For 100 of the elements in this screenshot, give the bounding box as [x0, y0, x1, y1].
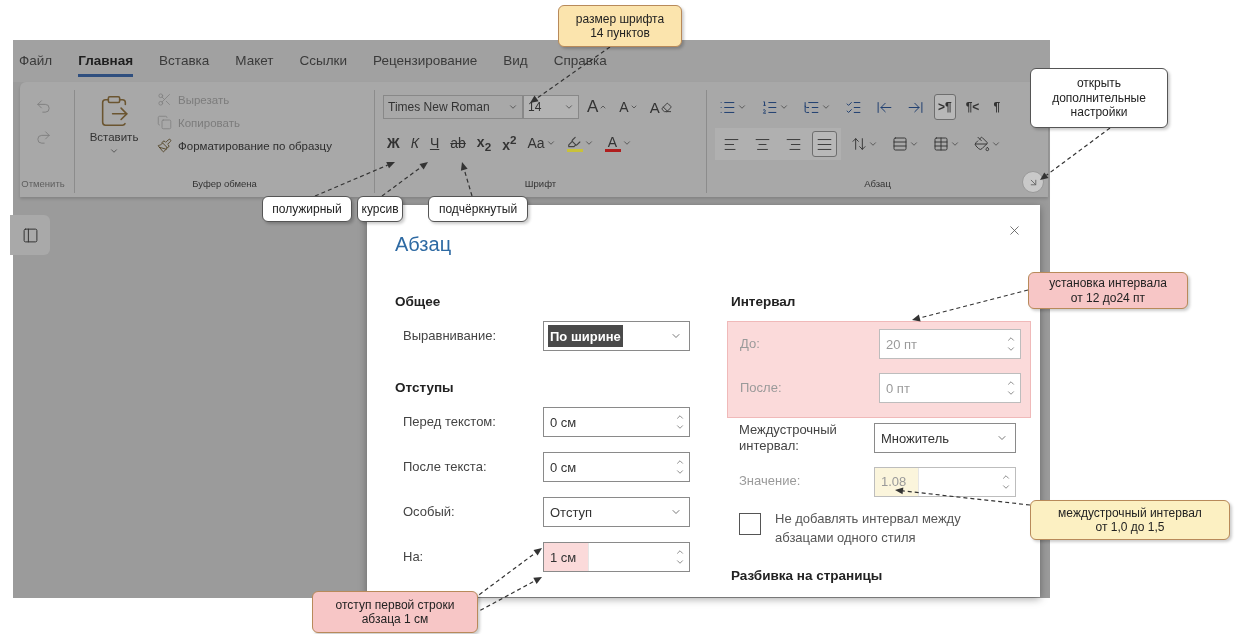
caret-icon [564, 102, 574, 112]
paragraph-mark-button[interactable]: >¶ [934, 94, 956, 120]
dialog-title: Абзац [395, 233, 452, 256]
paragraph-mark-button[interactable]: ¶< [961, 94, 984, 120]
bold-button[interactable]: Ж [383, 130, 404, 156]
checkbox-label: Не добавлять интервал между абзацами одного стиля [775, 509, 962, 547]
numbered-list-icon [761, 98, 778, 116]
caret-icon [737, 102, 747, 112]
callout: размер шрифта 14 пунктов [558, 5, 682, 47]
side-panel-button[interactable] [10, 215, 50, 255]
dropdown-field[interactable]: По ширине [543, 321, 690, 351]
callout: открыть дополнительные настройки [1030, 68, 1168, 128]
spin-field[interactable]: 0 см [543, 407, 690, 437]
menu-tab[interactable]: Главная [78, 45, 134, 77]
field-label: До: [740, 335, 761, 353]
field-value: 20 пт [885, 335, 919, 354]
field-value: По ширине [548, 325, 623, 347]
eraser-icon [660, 101, 672, 113]
field-label: После: [740, 379, 783, 397]
field-value: Отступ [549, 503, 594, 522]
callout: междустрочный интервал от 1,0 до 1,5 [1030, 500, 1230, 540]
checkbox[interactable] [739, 512, 761, 535]
section-heading: Разбивка на страницы [731, 567, 884, 583]
caret-icon [821, 102, 831, 112]
clipboard-action[interactable]: Форматирование по образцу [157, 136, 332, 155]
caret-icon [583, 138, 594, 148]
caret-icon [621, 138, 632, 148]
caret-icon [629, 103, 638, 111]
field-value: 1.08 [875, 467, 920, 496]
callout: установка интервала от 12 до24 пт [1028, 272, 1188, 309]
spacing-icon [892, 136, 908, 152]
dropdown-field[interactable]: Множитель [874, 423, 1016, 454]
field-label: Междустрочный интервал: [739, 422, 838, 455]
dialog-launcher-button[interactable] [1022, 171, 1044, 193]
menu-tab[interactable]: Справка [553, 45, 607, 77]
menu-tab[interactable]: Вставка [159, 45, 210, 77]
font-color-button[interactable]: A [600, 130, 636, 156]
grow-font-button[interactable]: A [583, 94, 612, 120]
script-button[interactable]: x$^{2}$ [498, 130, 521, 156]
underline-button[interactable]: Ч [425, 130, 444, 156]
caret-icon [109, 146, 119, 156]
field-label: Особый: [403, 503, 456, 521]
shrink-font-button[interactable]: A [615, 94, 642, 120]
callout: подчёркнутый [428, 196, 528, 222]
callout: полужирный [262, 196, 352, 222]
dropdown-field[interactable]: Отступ [543, 497, 690, 527]
align-button[interactable] [812, 131, 837, 157]
menu-tab[interactable]: Файл [19, 45, 53, 77]
table-icon [933, 136, 949, 152]
field-value: 0 пт [885, 379, 911, 398]
strikethrough-button[interactable]: ab [446, 130, 470, 156]
menu-tab[interactable]: Вид [503, 45, 528, 77]
caret-icon [545, 138, 556, 148]
change-case-button[interactable]: Aa [523, 130, 560, 156]
paintbrush-icon [157, 138, 172, 153]
callout: курсив [357, 196, 403, 222]
font-size-dropdown[interactable]: 14 [523, 95, 579, 119]
field-label: Значение: [739, 473, 802, 490]
italic-button[interactable]: К [406, 130, 423, 156]
paint-bucket-icon [974, 136, 990, 152]
caret-icon [599, 103, 608, 111]
field-label: После текста: [403, 458, 488, 476]
panel-icon [21, 226, 39, 244]
field-value: 0 см [549, 458, 578, 477]
highlighter-icon [566, 134, 581, 149]
caret-icon [950, 139, 960, 149]
script-button[interactable]: x$_{2}$ [472, 130, 496, 156]
caret-icon [909, 139, 919, 149]
close-button[interactable] [1007, 223, 1022, 238]
close-icon [1007, 223, 1022, 238]
field-value: 0 см [549, 413, 578, 432]
section-heading: Отступы [395, 380, 455, 395]
caret-icon [868, 139, 878, 149]
field-value: 1 см [544, 543, 590, 571]
copy-icon [157, 115, 172, 130]
section-heading: Общее [395, 294, 442, 309]
paste-button[interactable]: Вставить [83, 90, 145, 173]
field-label: Выравнивание: [403, 327, 498, 345]
scissors-icon [157, 92, 172, 107]
menu-tab[interactable]: Макет [235, 45, 274, 77]
menu-tab[interactable]: Ссылки [299, 45, 348, 77]
group-label: Абзац [864, 177, 891, 189]
group-label: Отменить [21, 177, 65, 189]
field-label: Перед текстом: [403, 413, 497, 431]
menu-tab[interactable]: Рецензирование [373, 45, 478, 77]
spin-field[interactable]: 1 см [543, 542, 690, 572]
caret-icon [991, 139, 1001, 149]
group-label: Шрифт [524, 177, 557, 189]
spin-field[interactable]: 0 см [543, 452, 690, 482]
field-value: Множитель [880, 429, 950, 448]
callout: отступ первой строки абзаца 1 см [312, 591, 478, 633]
line-spacing-icon [851, 136, 867, 152]
paragraph-mark-button[interactable]: ¶ [989, 94, 1005, 120]
annotation-arrow [1040, 127, 1111, 180]
section-heading: Интервал [731, 294, 797, 309]
font-name-dropdown[interactable]: Times New Roman [383, 95, 523, 119]
clear-format-button[interactable]: A [645, 94, 676, 120]
group-label: Буфер обмена [192, 177, 257, 189]
field-label: На: [403, 548, 425, 566]
annotation-arrow [460, 162, 473, 197]
